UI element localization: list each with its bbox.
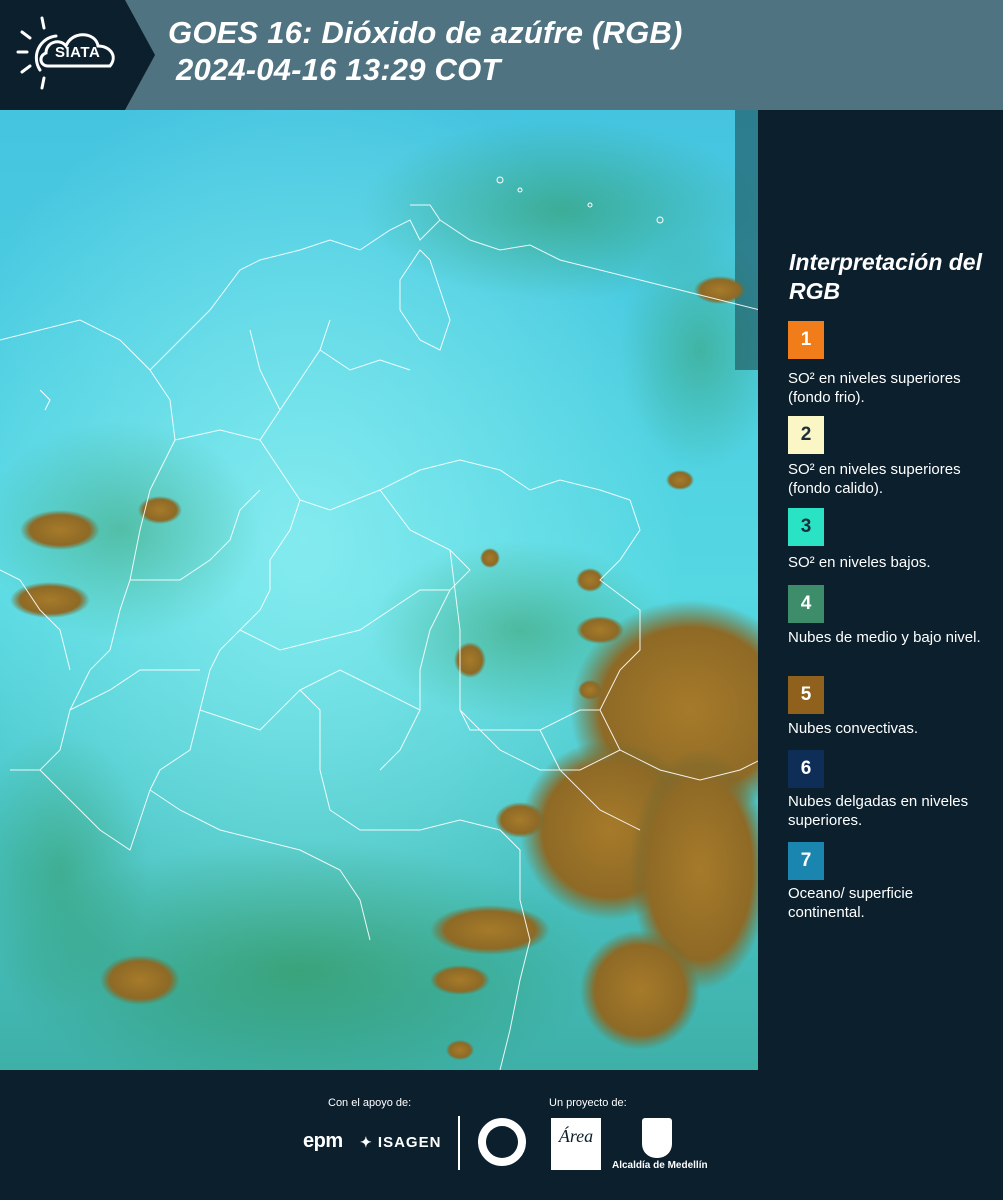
legend-label: Nubes de medio y bajo nivel. [788, 629, 981, 646]
project-label: Un proyecto de: [549, 1097, 627, 1109]
legend-title: Interpretación del RGB [789, 249, 982, 304]
seal-inner [486, 1126, 518, 1158]
header-bar: SIATA GOES 16: Dióxido de azúfre (RGB) 2… [0, 0, 1003, 110]
area-metropolitana-logo: Área [551, 1118, 601, 1170]
page: SIATA GOES 16: Dióxido de azúfre (RGB) 2… [0, 0, 1003, 1200]
legend-swatch: 5 [788, 676, 824, 714]
legend-panel: Interpretación del RGB 1 SO² en niveles … [760, 110, 1003, 1070]
legend-swatch: 3 [788, 508, 824, 546]
page-title: GOES 16: Dióxido de azúfre (RGB) 2024-04… [168, 14, 683, 88]
university-seal-icon [478, 1118, 526, 1166]
legend-swatch: 2 [788, 416, 824, 454]
isagen-mark-icon: ✦ [360, 1134, 373, 1150]
title-line-2: 2024-04-16 13:29 COT [176, 52, 501, 87]
legend-label: Nubes delgadas en niveles superiores. [788, 793, 969, 829]
legend-label: SO² en niveles superiores (fondo frio). [788, 370, 961, 406]
footer-divider [458, 1116, 460, 1170]
legend-label: SO² en niveles superiores (fondo calido)… [788, 461, 961, 497]
title-line-1: GOES 16: Dióxido de azúfre (RGB) [168, 15, 683, 50]
siata-logo: SIATA [0, 0, 155, 110]
satellite-map [0, 110, 760, 1070]
isagen-logo: ✦ ISAGEN [360, 1134, 441, 1151]
support-label: Con el apoyo de: [328, 1097, 412, 1109]
alcaldia-label: Alcaldía de Medellín [612, 1160, 708, 1171]
epm-logo: epm [303, 1130, 343, 1152]
legend-swatch: 4 [788, 585, 824, 623]
legend-label: Nubes convectivas. [788, 720, 919, 737]
footer: Con el apoyo de: Un proyecto de: epm ✦ I… [0, 1070, 1003, 1200]
legend-label: Oceano/ superficie continental. [788, 885, 914, 921]
siata-logo-text: SIATA [55, 44, 101, 61]
isagen-logo-text: ISAGEN [377, 1134, 442, 1151]
legend-swatch: 7 [788, 842, 824, 880]
alcaldia-shield-icon [642, 1118, 672, 1158]
legend-swatch: 6 [788, 750, 824, 788]
legend-swatch: 1 [788, 321, 824, 359]
legend-label: SO² en niveles bajos. [788, 554, 931, 571]
